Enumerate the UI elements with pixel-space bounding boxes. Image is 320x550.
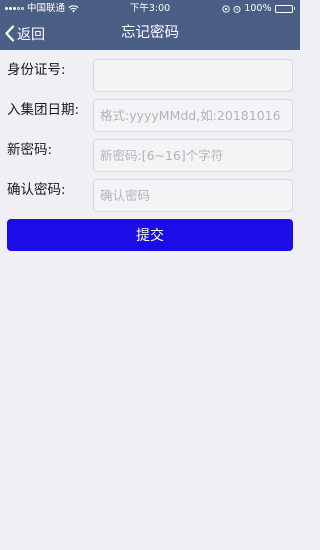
id-card-input[interactable] (93, 59, 293, 92)
confirm-password-label: 确认密码: (7, 182, 66, 198)
page-title: 忘记密码 (121, 25, 179, 41)
forgot-password-form: 身份证号: 入集团日期: 新密码: 确认密码: (0, 50, 300, 212)
join-date-label: 入集团日期: (7, 102, 80, 118)
new-password-row: 新密码: (0, 130, 300, 172)
battery-icon (274, 4, 295, 13)
confirm-password-input[interactable] (93, 179, 293, 212)
join-date-input[interactable] (93, 99, 293, 132)
alarm-icon (233, 5, 241, 13)
chevron-left-icon (5, 25, 15, 42)
submit-button[interactable]: 提交 (7, 219, 293, 251)
id-card-label: 身份证号: (7, 62, 66, 78)
id-card-row: 身份证号: (0, 50, 300, 92)
confirm-password-row: 确认密码: (0, 170, 300, 212)
top-bar: 中国联通 下午3:00 100% 返回 忘记密码 (0, 0, 300, 50)
status-right: 100% (222, 0, 295, 17)
status-bar: 中国联通 下午3:00 100% (0, 0, 300, 17)
new-password-input[interactable] (93, 139, 293, 172)
navigation-bar: 返回 忘记密码 (0, 17, 300, 50)
back-button[interactable]: 返回 (4, 17, 45, 50)
join-date-row: 入集团日期: (0, 90, 300, 132)
location-icon (222, 4, 231, 13)
battery-percent: 100% (244, 3, 272, 14)
back-label: 返回 (17, 26, 45, 43)
new-password-label: 新密码: (7, 142, 53, 158)
forgot-password-screen: 中国联通 下午3:00 100% 返回 忘记密码 身份证号: 入集团日期: 格式… (0, 0, 300, 550)
